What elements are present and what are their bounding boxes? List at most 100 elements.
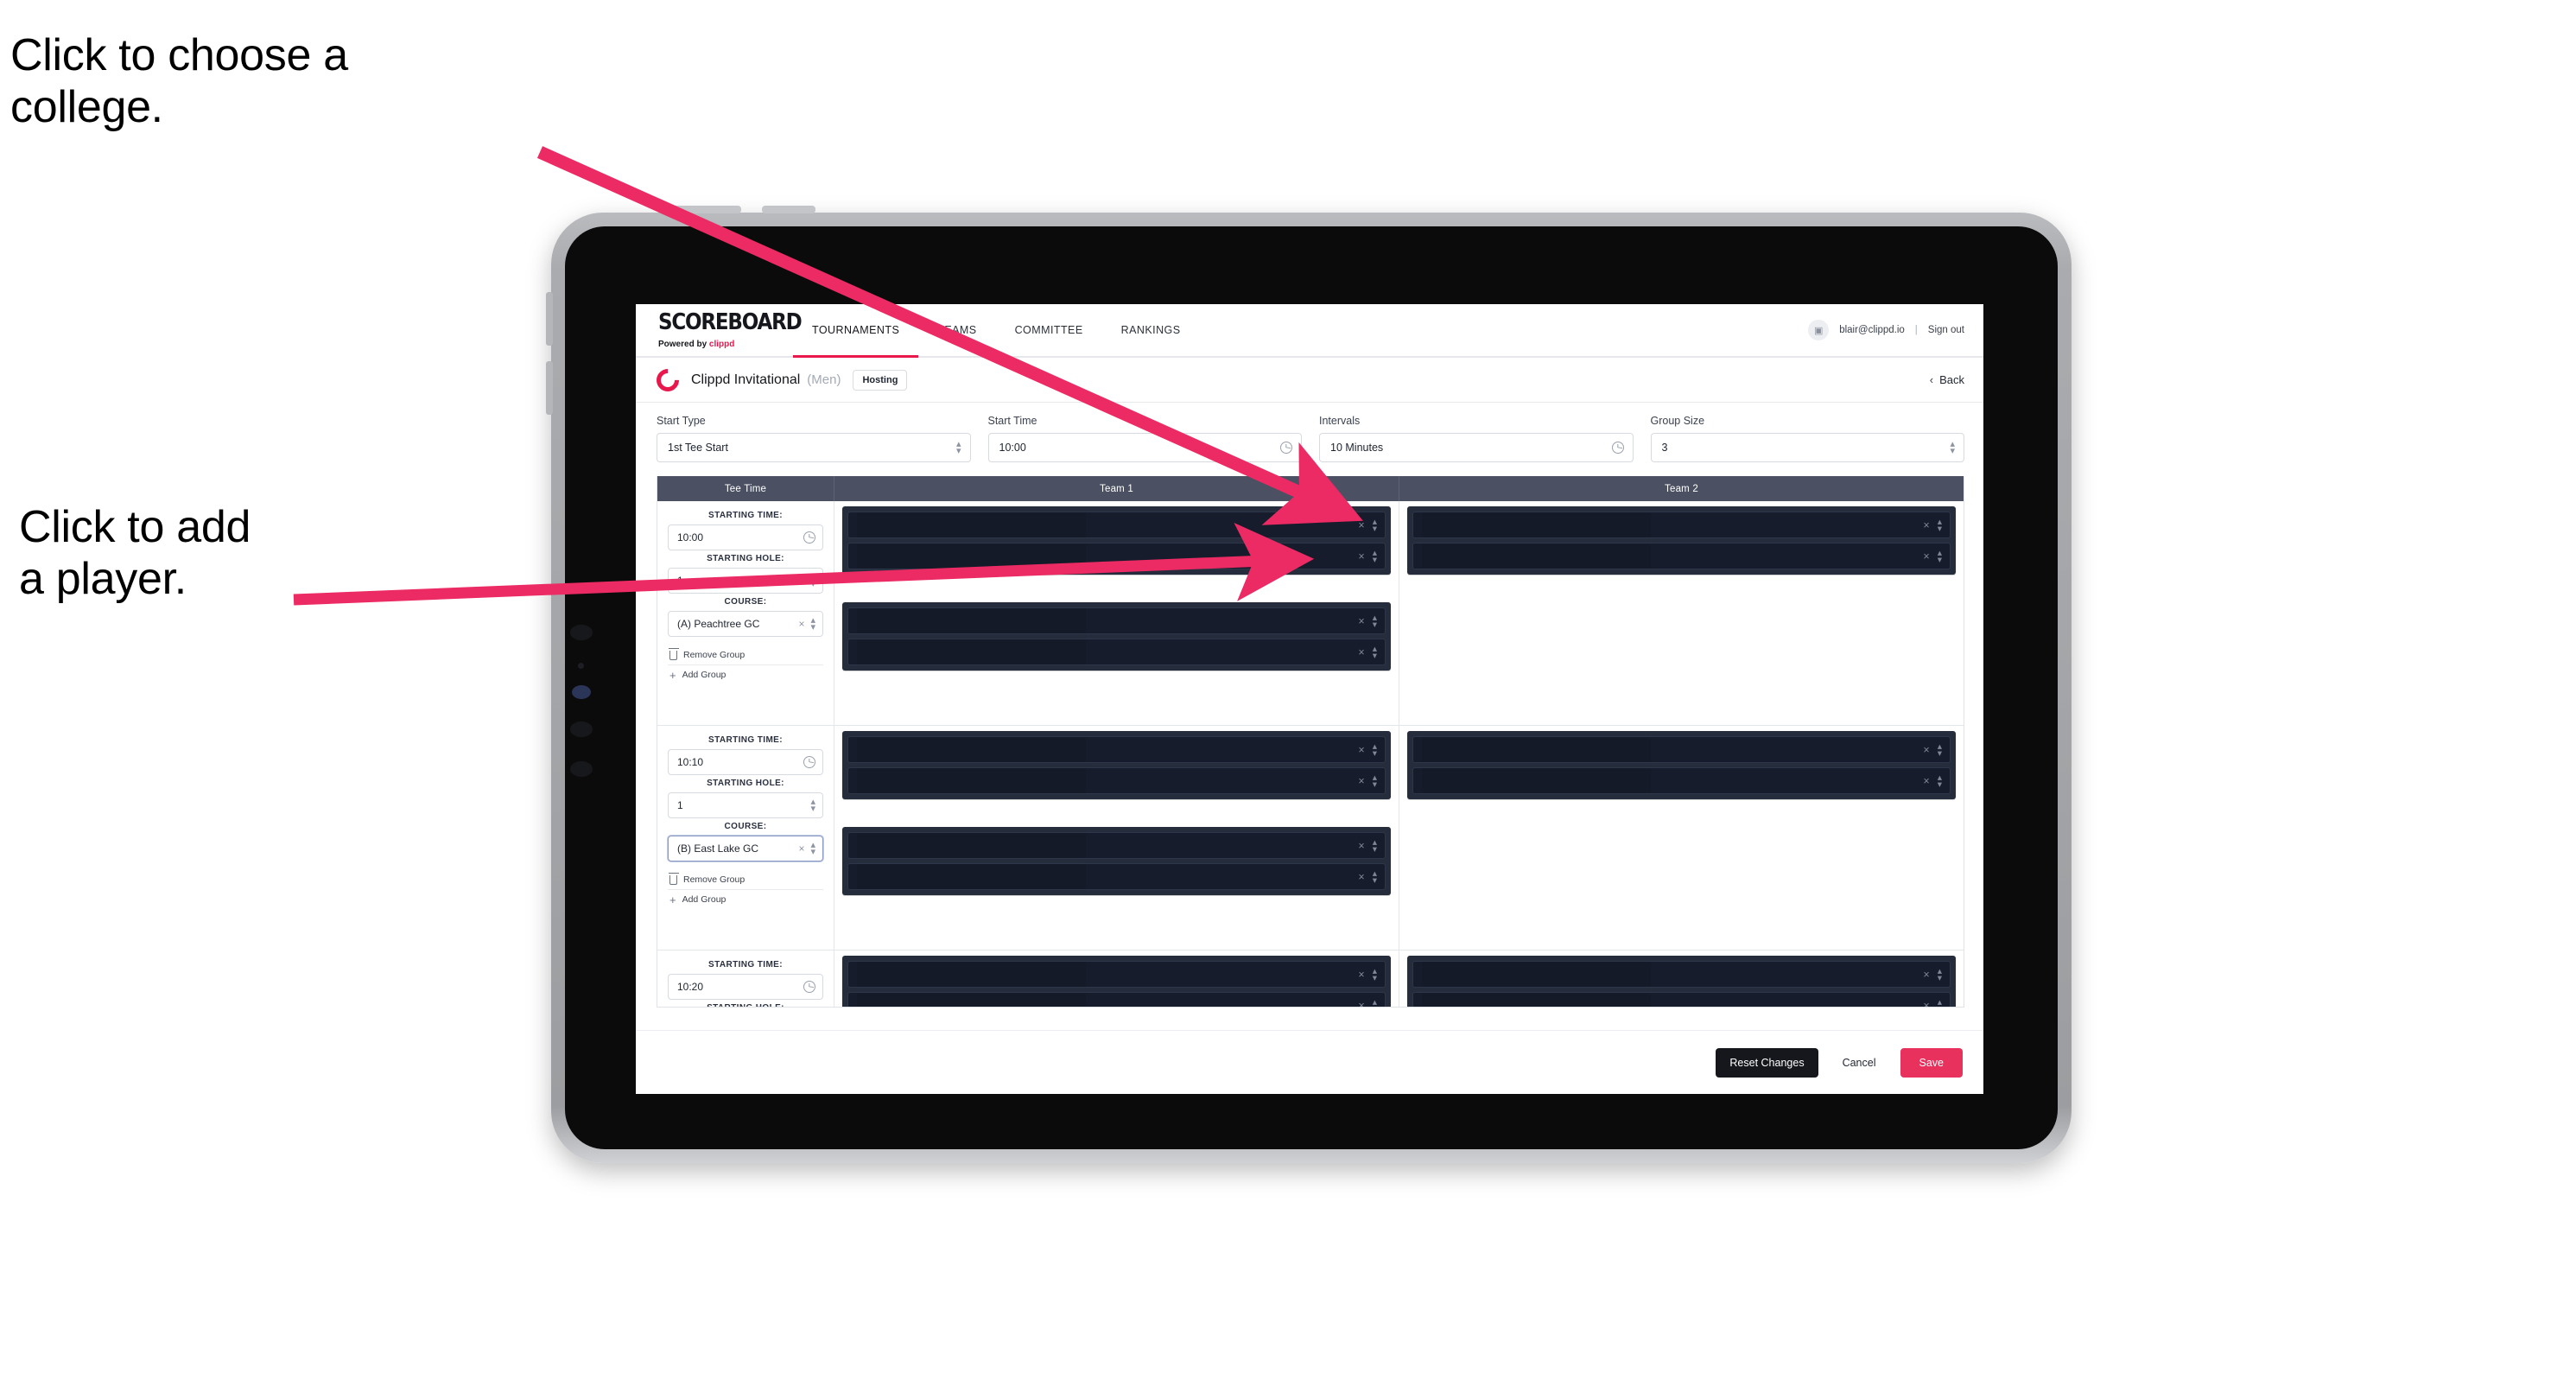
chevron-updown-icon[interactable]: ▴▾ (810, 798, 815, 814)
chevron-updown-icon[interactable]: ▴▾ (1938, 997, 1942, 1007)
save-button[interactable]: Save (1900, 1047, 1963, 1078)
chevron-updown-icon[interactable]: ▴▾ (1938, 741, 1942, 758)
team-group-panel[interactable]: × ▴▾ × ▴▾ (842, 506, 1391, 575)
player-slot[interactable]: × ▴▾ (847, 992, 1386, 1007)
clear-player-icon[interactable]: × (1923, 1000, 1929, 1008)
player-name-field[interactable] (1422, 512, 1651, 537)
clear-icon[interactable]: × (798, 618, 804, 630)
chevron-updown-icon[interactable]: ▴▾ (1373, 837, 1377, 854)
remove-group-button[interactable]: Remove Group (668, 870, 823, 890)
chevron-updown-icon[interactable]: ▴▾ (1373, 772, 1377, 789)
volume-down-button[interactable] (546, 361, 553, 415)
player-slot[interactable]: × ▴▾ (847, 863, 1386, 890)
player-name-field[interactable] (857, 737, 1086, 762)
clear-player-icon[interactable]: × (1923, 969, 1929, 981)
add-group-button[interactable]: + Add Group (668, 890, 823, 909)
clock-icon[interactable] (1611, 442, 1624, 454)
player-name-field[interactable] (1422, 768, 1651, 793)
player-slot[interactable]: × ▴▾ (847, 767, 1386, 794)
clock-icon[interactable] (1280, 442, 1292, 454)
chevron-updown-icon[interactable]: ▴▾ (810, 616, 815, 633)
cancel-button[interactable]: Cancel (1830, 1048, 1888, 1078)
intervals-input[interactable]: 10 Minutes (1319, 433, 1634, 462)
start-type-select[interactable]: 1st Tee Start ▴ ▾ (657, 433, 971, 462)
player-name-field[interactable] (1422, 962, 1651, 987)
team-group-panel[interactable]: × ▴▾ × ▴▾ (1407, 956, 1956, 1007)
start-time-input[interactable]: 10:00 (987, 433, 1302, 462)
chevron-updown-icon[interactable]: ▴▾ (1938, 548, 1942, 564)
chevron-updown-icon[interactable]: ▴▾ (1950, 440, 1955, 456)
clear-player-icon[interactable]: × (1358, 744, 1364, 756)
course-select[interactable]: (B) East Lake GC × ▴ ▾ (668, 836, 823, 861)
team-group-panel[interactable]: × ▴▾ × ▴▾ (842, 956, 1391, 1007)
starting-hole-select[interactable]: 1 ▴ ▾ (668, 792, 823, 818)
clear-player-icon[interactable]: × (1358, 519, 1364, 531)
clear-player-icon[interactable]: × (1358, 871, 1364, 883)
player-name-field[interactable] (857, 768, 1086, 793)
brand-logo[interactable]: SCOREBOARD Powered by clippd (636, 304, 803, 356)
chevron-updown-icon[interactable]: ▴▾ (1938, 517, 1942, 533)
team-group-panel[interactable]: × ▴▾ × ▴▾ (842, 827, 1391, 895)
clock-icon[interactable] (803, 756, 815, 768)
top-button-secondary[interactable] (762, 206, 815, 213)
chevron-updown-icon[interactable]: ▴▾ (956, 440, 961, 456)
chevron-updown-icon[interactable]: ▴▾ (1373, 966, 1377, 982)
team-group-panel[interactable]: × ▴▾ × ▴▾ (842, 731, 1391, 799)
player-name-field[interactable] (857, 544, 1086, 569)
reset-changes-button[interactable]: Reset Changes (1716, 1047, 1818, 1078)
nav-tab-committee[interactable]: COMMITTEE (996, 304, 1102, 358)
back-button[interactable]: ‹ Back (1930, 373, 1964, 386)
chevron-updown-icon[interactable]: ▴▾ (1373, 644, 1377, 660)
nav-tab-rankings[interactable]: RANKINGS (1102, 304, 1200, 358)
clear-icon[interactable]: × (798, 842, 804, 855)
clear-player-icon[interactable]: × (1358, 615, 1364, 627)
player-slot[interactable]: × ▴▾ (847, 961, 1386, 988)
clear-player-icon[interactable]: × (1358, 1000, 1364, 1008)
team-group-panel[interactable]: × ▴▾ × ▴▾ (1407, 731, 1956, 799)
clear-player-icon[interactable]: × (1923, 744, 1929, 756)
clock-icon[interactable] (803, 981, 815, 993)
player-name-field[interactable] (857, 608, 1086, 633)
chevron-updown-icon[interactable]: ▴▾ (1373, 997, 1377, 1007)
nav-tab-tournaments[interactable]: TOURNAMENTS (793, 304, 919, 358)
starting-hole-select[interactable]: 1 ▴ ▾ (668, 568, 823, 594)
player-name-field[interactable] (1422, 544, 1651, 569)
power-button[interactable] (658, 206, 741, 213)
clock-icon[interactable] (803, 531, 815, 544)
chevron-updown-icon[interactable]: ▴▾ (810, 573, 815, 589)
player-slot[interactable]: × ▴▾ (847, 639, 1386, 665)
chevron-updown-icon[interactable]: ▴▾ (1373, 868, 1377, 885)
nav-tab-teams[interactable]: TEAMS (918, 304, 995, 358)
player-slot[interactable]: × ▴▾ (1412, 736, 1951, 763)
add-group-button[interactable]: + Add Group (668, 665, 823, 684)
player-name-field[interactable] (857, 512, 1086, 537)
chevron-updown-icon[interactable]: ▴▾ (1373, 548, 1377, 564)
sign-out-link[interactable]: Sign out (1928, 325, 1964, 335)
player-slot[interactable]: × ▴▾ (847, 512, 1386, 538)
avatar-icon[interactable]: ▣ (1808, 320, 1830, 340)
player-slot[interactable]: × ▴▾ (847, 736, 1386, 763)
player-slot[interactable]: × ▴▾ (847, 607, 1386, 634)
group-size-select[interactable]: 3 ▴ ▾ (1650, 433, 1964, 462)
chevron-updown-icon[interactable]: ▴▾ (810, 841, 815, 857)
player-name-field[interactable] (857, 833, 1086, 858)
player-slot[interactable]: × ▴▾ (847, 543, 1386, 569)
volume-up-button[interactable] (546, 292, 553, 346)
player-slot[interactable]: × ▴▾ (1412, 543, 1951, 569)
player-name-field[interactable] (857, 993, 1086, 1007)
player-name-field[interactable] (1422, 993, 1651, 1007)
player-slot[interactable]: × ▴▾ (1412, 961, 1951, 988)
chevron-updown-icon[interactable]: ▴▾ (1938, 966, 1942, 982)
player-name-field[interactable] (857, 639, 1086, 664)
course-select[interactable]: (A) Peachtree GC × ▴ ▾ (668, 611, 823, 637)
player-slot[interactable]: × ▴▾ (1412, 767, 1951, 794)
clear-player-icon[interactable]: × (1923, 519, 1929, 531)
clear-player-icon[interactable]: × (1923, 550, 1929, 563)
player-name-field[interactable] (857, 864, 1086, 889)
player-slot[interactable]: × ▴▾ (847, 832, 1386, 859)
starting-time-input[interactable]: 10:00 (668, 525, 823, 550)
team-group-panel[interactable]: × ▴▾ × ▴▾ (842, 602, 1391, 671)
clear-player-icon[interactable]: × (1923, 775, 1929, 787)
clear-player-icon[interactable]: × (1358, 969, 1364, 981)
clear-player-icon[interactable]: × (1358, 550, 1364, 563)
